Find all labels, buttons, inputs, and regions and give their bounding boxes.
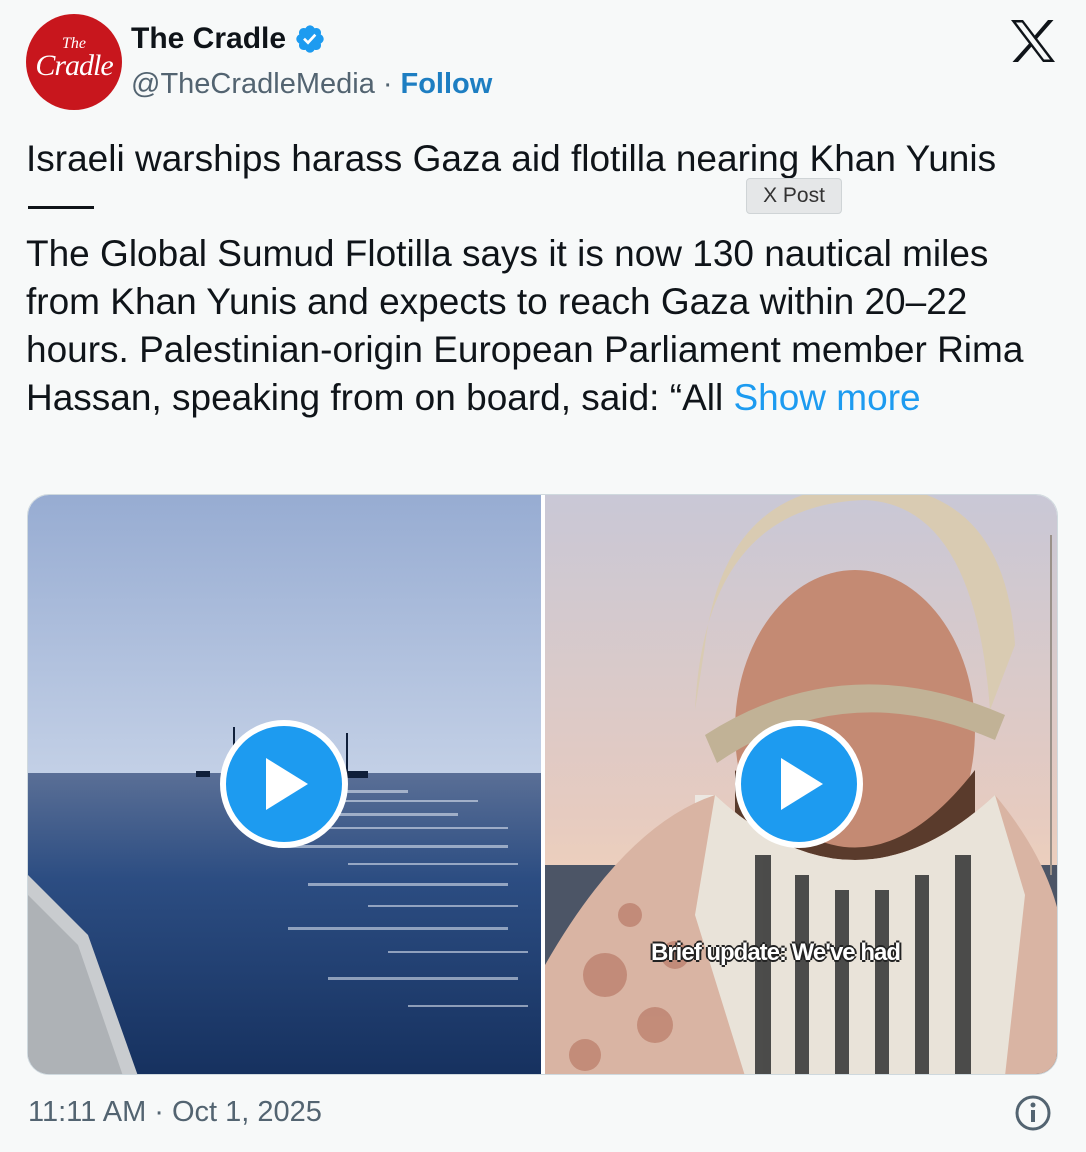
- video-caption: Brief update: We've had: [651, 939, 901, 966]
- media-grid: Brief update: We've had: [27, 494, 1058, 1075]
- video-thumbnail-sea[interactable]: [28, 495, 541, 1074]
- x-logo-icon[interactable]: [1010, 20, 1056, 62]
- author-name[interactable]: The Cradle: [131, 22, 286, 56]
- author-handle-row: @TheCradleMedia · Follow: [131, 68, 492, 101]
- play-button[interactable]: [220, 720, 348, 848]
- headline-divider: [28, 206, 94, 209]
- verified-badge-icon: [296, 25, 324, 53]
- video-thumbnail-person[interactable]: Brief update: We've had: [545, 495, 1057, 1074]
- avatar-logo-text-big: Cradle: [35, 49, 113, 82]
- info-icon[interactable]: [1014, 1094, 1052, 1132]
- separator-dot: ·: [382, 68, 393, 100]
- show-more-link[interactable]: Show more: [733, 377, 920, 418]
- play-icon: [266, 758, 308, 810]
- author-avatar[interactable]: The Cradle: [26, 14, 122, 110]
- post-timestamp[interactable]: 11:11 AM · Oct 1, 2025: [28, 1096, 322, 1129]
- play-button[interactable]: [735, 720, 863, 848]
- follow-button[interactable]: Follow: [401, 68, 493, 101]
- author-handle[interactable]: @TheCradleMedia: [131, 68, 375, 101]
- author-name-row: The Cradle: [131, 22, 326, 56]
- x-post-tooltip: X Post: [746, 178, 842, 214]
- play-icon: [781, 758, 823, 810]
- post-headline: Israeli warships harass Gaza aid flotill…: [26, 138, 997, 179]
- post-body: The Global Sumud Flotilla says it is now…: [26, 230, 1056, 422]
